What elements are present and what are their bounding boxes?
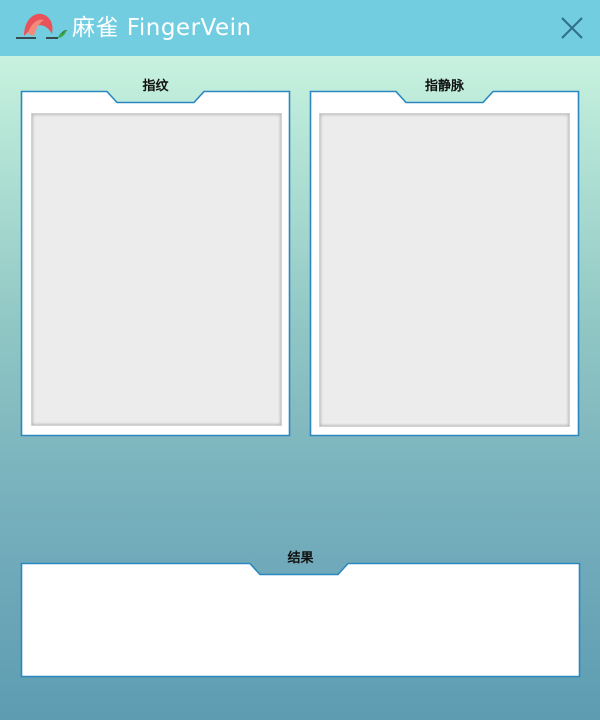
fingerprint-panel: 指纹: [20, 79, 291, 437]
app-title: 麻雀 FingerVein: [72, 15, 252, 41]
result-panel: 结果: [20, 551, 581, 678]
fingervein-panel: 指静脉: [309, 79, 580, 437]
title-bar: 麻雀 FingerVein: [0, 0, 600, 56]
sparrow-logo-icon: [16, 13, 68, 39]
fingerprint-image: [31, 113, 282, 426]
fingerprint-label: 指纹: [142, 79, 169, 94]
close-icon[interactable]: [556, 12, 588, 44]
fingervein-image: [319, 113, 570, 427]
result-label: 结果: [287, 551, 314, 566]
result-output: [32, 584, 568, 668]
fingervein-label: 指静脉: [424, 79, 464, 94]
